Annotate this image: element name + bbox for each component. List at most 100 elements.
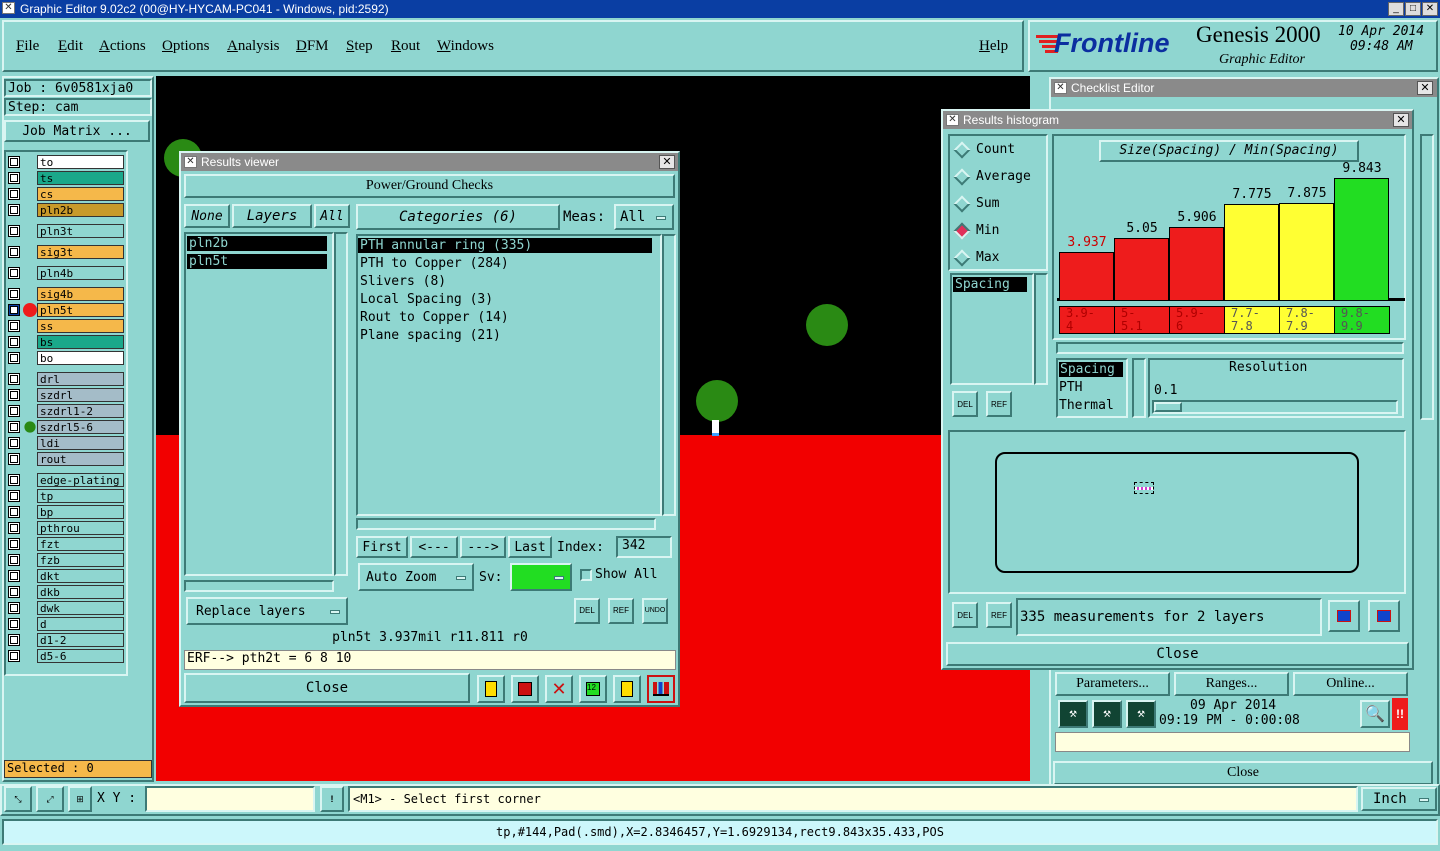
layer-name[interactable]: pln4b <box>37 265 124 280</box>
layer-checkbox[interactable] <box>8 319 20 332</box>
show-all-checkbox[interactable] <box>580 569 592 581</box>
menu-windows[interactable]: Windows <box>437 38 494 55</box>
job-matrix-button[interactable]: Job Matrix ... <box>4 120 150 142</box>
histogram-bar[interactable] <box>1169 227 1224 301</box>
layer-name[interactable]: ss <box>37 318 124 333</box>
layer-checkbox[interactable] <box>8 187 20 200</box>
result-layer-item[interactable]: pln5t <box>187 254 327 269</box>
layer-checkbox[interactable] <box>8 203 20 216</box>
layer-checkbox[interactable] <box>8 452 20 465</box>
layer-checkbox[interactable] <box>8 617 20 630</box>
index-input[interactable]: 342 <box>616 536 672 558</box>
export-icon[interactable] <box>1328 600 1360 632</box>
histogram-bar[interactable] <box>1059 252 1114 301</box>
layer-name[interactable]: sig4b <box>37 286 124 301</box>
xy-input[interactable] <box>145 786 315 812</box>
mode-radio-sum[interactable]: Sum <box>952 195 999 212</box>
layer-row[interactable]: bs <box>8 334 124 349</box>
category-item[interactable]: Rout to Copper (14) <box>358 310 652 325</box>
histogram-bar[interactable] <box>1334 178 1389 301</box>
close-button[interactable]: ✕ <box>1422 2 1438 16</box>
layer-row[interactable]: bp <box>8 504 124 519</box>
warning-icon[interactable]: ! <box>320 786 344 812</box>
ranges-button[interactable]: Ranges... <box>1174 672 1289 696</box>
preview-ref-button[interactable]: REF <box>986 602 1012 628</box>
exclude-tool-icon[interactable]: ✕ <box>545 675 573 703</box>
layer-checkbox[interactable] <box>8 553 20 566</box>
type-item[interactable]: PTH <box>1059 380 1082 395</box>
layer-checkbox[interactable] <box>8 473 20 486</box>
layer-checkbox[interactable] <box>8 521 20 534</box>
layer-row[interactable]: pln3t <box>8 223 124 238</box>
report-tool-icon[interactable] <box>511 675 539 703</box>
layer-name[interactable]: szdrl <box>37 387 124 402</box>
layers-all-button[interactable]: All <box>314 204 350 228</box>
layer-list-scrollbar-h[interactable] <box>184 580 334 592</box>
layer-listbox[interactable] <box>184 232 334 576</box>
menu-analysis[interactable]: Analysis <box>227 38 280 55</box>
layer-row[interactable]: cs <box>8 186 124 201</box>
layer-checkbox[interactable] <box>8 404 20 417</box>
category-item[interactable]: Plane spacing (21) <box>358 328 652 343</box>
radio-icon[interactable] <box>953 249 971 266</box>
layer-checkbox[interactable] <box>8 649 20 662</box>
histogram-list-item[interactable]: Spacing <box>953 277 1027 292</box>
action-icon[interactable]: ⚒ <box>1092 700 1122 728</box>
layer-checkbox[interactable] <box>8 245 20 258</box>
first-button[interactable]: First <box>356 536 408 558</box>
layer-name[interactable]: pln3t <box>37 223 124 238</box>
auto-zoom-dropdown[interactable]: Auto Zoom <box>358 563 474 591</box>
category-scrollbar-v[interactable] <box>662 234 676 516</box>
category-item[interactable]: Slivers (8) <box>358 274 652 289</box>
layer-checkbox[interactable] <box>8 335 20 348</box>
layer-row[interactable]: sig4b <box>8 286 124 301</box>
layer-row[interactable]: dkt <box>8 568 124 583</box>
del-button[interactable]: DEL <box>574 598 600 624</box>
layers-none-button[interactable]: None <box>184 204 230 228</box>
layer-name[interactable]: dwk <box>37 600 124 615</box>
units-dropdown[interactable]: Inch <box>1361 787 1437 811</box>
layer-checkbox[interactable] <box>8 171 20 184</box>
ref-button[interactable]: REF <box>608 598 634 624</box>
zoom-icon[interactable]: 🔍 <box>1360 700 1390 728</box>
layer-name[interactable]: pthrou <box>37 520 124 535</box>
layer-row[interactable]: d1-2 <box>8 632 124 647</box>
menu-step[interactable]: Step <box>346 38 373 55</box>
menu-help[interactable]: Help <box>979 38 1008 55</box>
maximize-button[interactable]: □ <box>1405 2 1421 16</box>
layer-name[interactable]: fzt <box>37 536 124 551</box>
layer-row[interactable]: pln2b <box>8 202 124 217</box>
histogram-bar[interactable] <box>1114 238 1169 301</box>
layer-checkbox[interactable] <box>8 287 20 300</box>
count-tool-icon[interactable]: 12 <box>579 675 607 703</box>
layer-name[interactable]: bp <box>37 504 124 519</box>
category-item[interactable]: Local Spacing (3) <box>358 292 652 307</box>
parameters-button[interactable]: Parameters... <box>1055 672 1170 696</box>
layer-name[interactable]: pln5t <box>37 302 124 317</box>
layer-name[interactable]: ts <box>37 170 124 185</box>
layer-checkbox[interactable] <box>8 303 20 316</box>
undo-button[interactable]: UNDO <box>642 598 668 624</box>
layer-name[interactable]: bs <box>37 334 124 349</box>
menu-edit[interactable]: Edit <box>58 38 83 55</box>
results-viewer-close-icon[interactable]: ✕ <box>659 155 675 169</box>
layer-checkbox[interactable] <box>8 224 20 237</box>
grid-icon[interactable]: ⊞ <box>68 786 92 812</box>
layer-checkbox[interactable] <box>8 372 20 385</box>
menu-options[interactable]: Options <box>162 38 210 55</box>
layer-name[interactable]: sig3t <box>37 244 124 259</box>
layer-row[interactable]: ldi <box>8 435 124 450</box>
histogram-bar[interactable] <box>1224 204 1279 301</box>
resolution-slider[interactable] <box>1152 400 1398 414</box>
layer-checkbox[interactable] <box>8 351 20 364</box>
type-item[interactable]: Thermal <box>1059 398 1114 413</box>
layer-name[interactable]: pln2b <box>37 202 124 217</box>
layer-name[interactable]: tp <box>37 488 124 503</box>
layer-row[interactable]: fzt <box>8 536 124 551</box>
highlight-tool-icon[interactable] <box>477 675 505 703</box>
category-scrollbar-h[interactable] <box>356 518 656 530</box>
category-item[interactable]: PTH annular ring (335) <box>358 238 652 253</box>
mode-radio-max[interactable]: Max <box>952 249 999 266</box>
hist-ref-button[interactable]: REF <box>986 391 1012 417</box>
layer-name[interactable]: fzb <box>37 552 124 567</box>
